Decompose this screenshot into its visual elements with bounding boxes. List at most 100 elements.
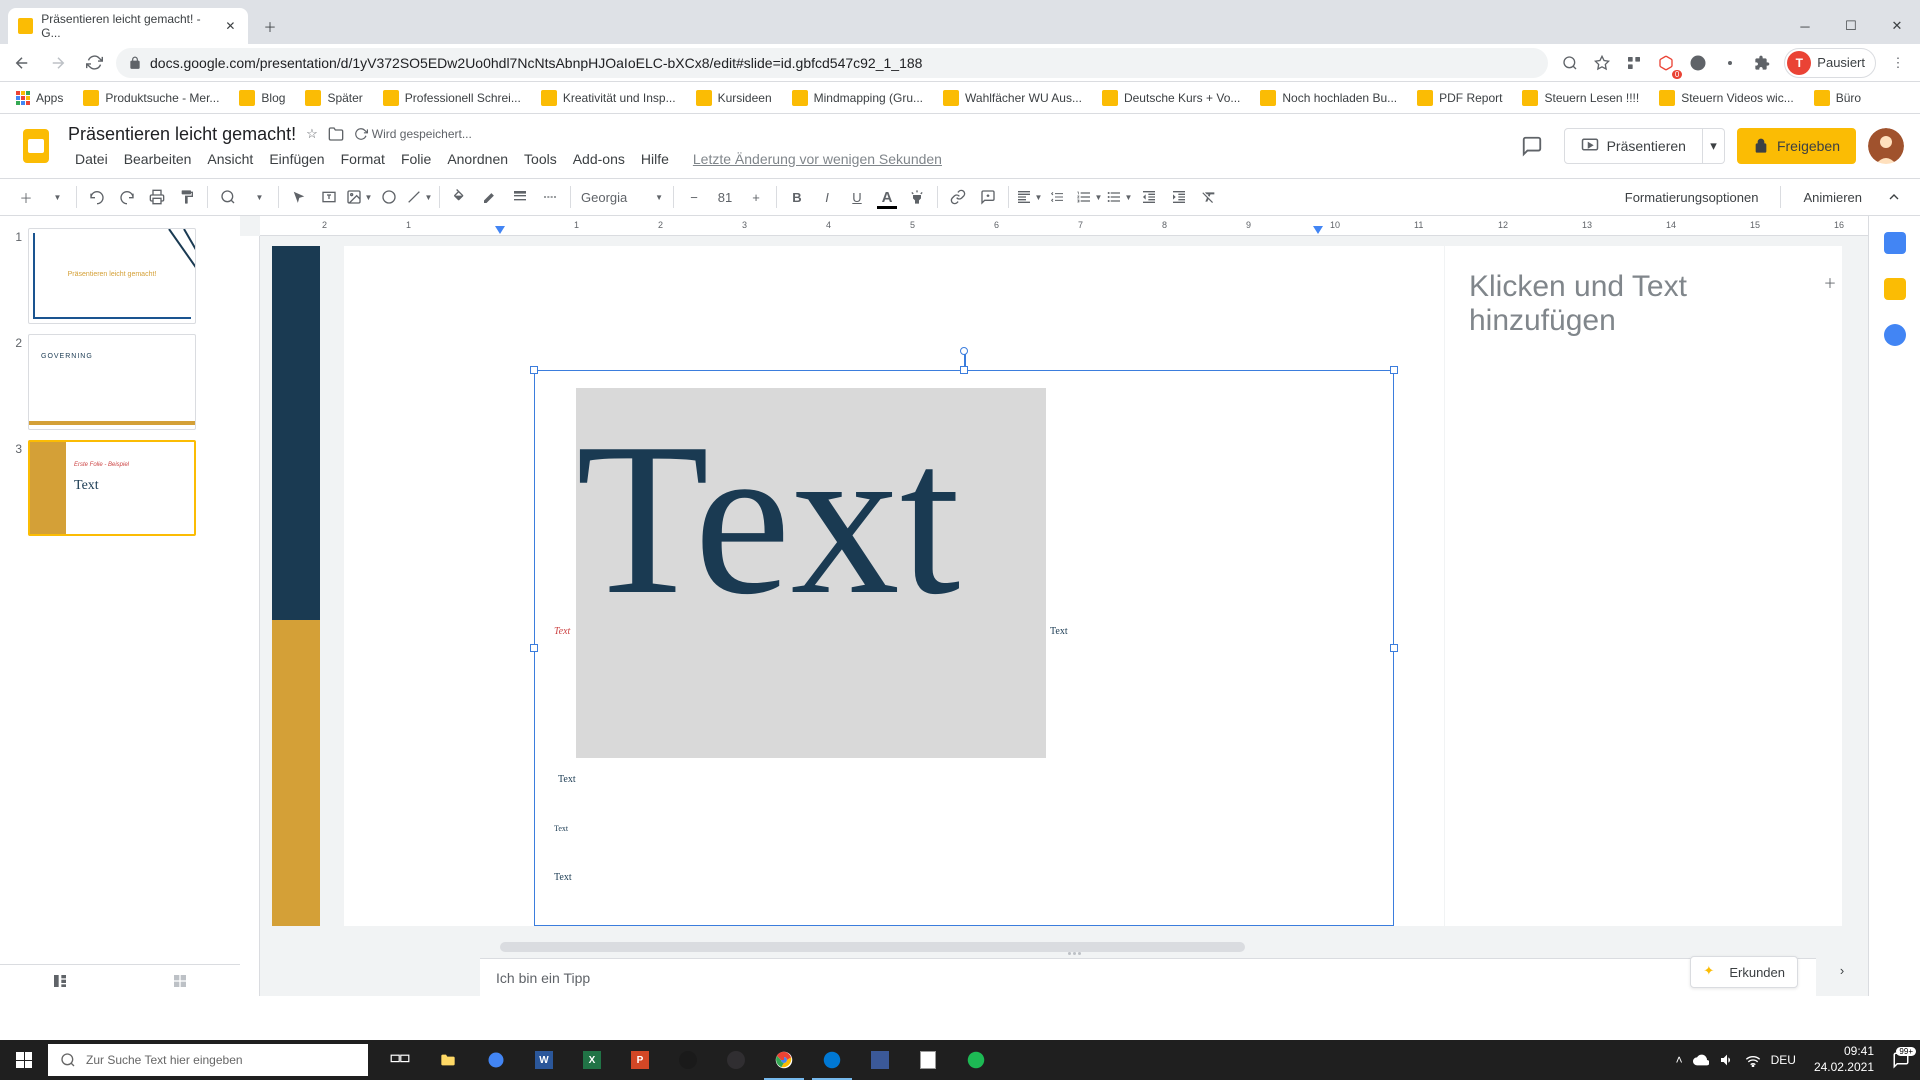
indent-left-marker[interactable]	[495, 226, 505, 234]
comments-icon[interactable]	[1512, 126, 1552, 166]
font-size-decrease[interactable]: −	[680, 183, 708, 211]
forward-button[interactable]	[44, 49, 72, 77]
new-slide-button[interactable]: ＋	[12, 183, 40, 211]
paint-format-button[interactable]	[173, 183, 201, 211]
keep-icon[interactable]	[1884, 278, 1906, 300]
indent-decrease-button[interactable]	[1135, 183, 1163, 211]
border-weight-button[interactable]	[506, 183, 534, 211]
bookmark-item[interactable]: Wahlfächer WU Aus...	[935, 86, 1090, 110]
new-slide-dropdown[interactable]: ▼	[42, 183, 70, 211]
font-size-input[interactable]: 81	[710, 183, 740, 211]
highlight-button[interactable]	[903, 183, 931, 211]
filmstrip-view-icon[interactable]	[48, 969, 72, 993]
print-button[interactable]	[143, 183, 171, 211]
bullet-list-button[interactable]: ▼	[1105, 183, 1133, 211]
placeholder-text[interactable]: Klicken und Text hinzufügen	[1469, 270, 1842, 338]
excel-icon[interactable]: X	[568, 1040, 616, 1080]
slide-small-text[interactable]: Text	[554, 872, 572, 883]
ext-badge-icon[interactable]: 0	[1652, 49, 1680, 77]
menu-slide[interactable]: Folie	[394, 149, 438, 169]
grid-view-icon[interactable]	[168, 969, 192, 993]
image-tool[interactable]: ▼	[345, 183, 373, 211]
chrome-icon[interactable]	[760, 1040, 808, 1080]
add-placeholder-icon[interactable]: ＋	[1818, 270, 1842, 294]
bookmark-item[interactable]: Später	[297, 86, 370, 110]
volume-icon[interactable]	[1719, 1052, 1735, 1068]
numbered-list-button[interactable]: ▼	[1075, 183, 1103, 211]
comment-button[interactable]	[974, 183, 1002, 211]
border-dash-button[interactable]	[536, 183, 564, 211]
next-page-icon[interactable]: ›	[1828, 956, 1856, 984]
shape-tool[interactable]	[375, 183, 403, 211]
zoom-button[interactable]	[214, 183, 242, 211]
move-doc-icon[interactable]	[328, 126, 344, 142]
menu-tools[interactable]: Tools	[517, 149, 564, 169]
bookmark-item[interactable]: Kreativität und Insp...	[533, 86, 684, 110]
incognito-icon[interactable]	[1684, 49, 1712, 77]
font-size-increase[interactable]: +	[742, 183, 770, 211]
fill-color-button[interactable]	[446, 183, 474, 211]
maximize-button[interactable]: ☐	[1828, 8, 1874, 44]
rotate-handle[interactable]	[960, 347, 968, 355]
menu-file[interactable]: Datei	[68, 149, 115, 169]
animate-button[interactable]: Animieren	[1797, 186, 1868, 209]
italic-button[interactable]: I	[813, 183, 841, 211]
collapse-toolbar-icon[interactable]	[1880, 183, 1908, 211]
horizontal-scrollbar[interactable]	[500, 942, 1408, 952]
resize-handle[interactable]	[960, 366, 968, 374]
profile-paused[interactable]: T Pausiert	[1784, 48, 1876, 78]
edge-legacy-icon[interactable]	[472, 1040, 520, 1080]
slide-big-text[interactable]: Text	[576, 411, 960, 629]
menu-view[interactable]: Ansicht	[200, 149, 260, 169]
menu-insert[interactable]: Einfügen	[262, 149, 331, 169]
bookmark-item[interactable]: Mindmapping (Gru...	[784, 86, 931, 110]
bookmark-item[interactable]: Blog	[231, 86, 293, 110]
taskbar-search[interactable]: Zur Suche Text hier eingeben	[48, 1044, 368, 1076]
zoom-icon[interactable]	[1556, 49, 1584, 77]
resize-handle[interactable]	[1390, 366, 1398, 374]
last-change[interactable]: Letzte Änderung vor wenigen Sekunden	[686, 149, 949, 169]
slide-thumb-2[interactable]: GOVERNING	[28, 334, 196, 430]
textbox-tool[interactable]	[315, 183, 343, 211]
indent-right-marker[interactable]	[1313, 226, 1323, 234]
task-view-icon[interactable]	[376, 1040, 424, 1080]
slide-canvas[interactable]: Text Text Text Text Text Text Klicken un…	[344, 246, 1842, 926]
menu-edit[interactable]: Bearbeiten	[117, 149, 199, 169]
edge-icon[interactable]	[808, 1040, 856, 1080]
present-dropdown[interactable]: ▾	[1703, 128, 1725, 164]
tasks-icon[interactable]	[1884, 324, 1906, 346]
browser-tab[interactable]: Präsentieren leicht gemacht! - G... ✕	[8, 8, 248, 44]
minimize-button[interactable]: ─	[1782, 8, 1828, 44]
bookmark-item[interactable]: Deutsche Kurs + Vo...	[1094, 86, 1248, 110]
slide-small-text[interactable]: Text	[554, 626, 570, 637]
word-icon[interactable]: W	[520, 1040, 568, 1080]
bold-button[interactable]: B	[783, 183, 811, 211]
close-tab-icon[interactable]: ✕	[223, 18, 238, 34]
zoom-dropdown[interactable]: ▼	[244, 183, 272, 211]
bookmark-item[interactable]: Produktsuche - Mer...	[75, 86, 227, 110]
language-indicator[interactable]: DEU	[1771, 1053, 1796, 1067]
spotify-icon[interactable]	[952, 1040, 1000, 1080]
indent-increase-button[interactable]	[1165, 183, 1193, 211]
extensions-icon[interactable]	[1748, 49, 1776, 77]
close-window-button[interactable]: ✕	[1874, 8, 1920, 44]
slide-thumb-1[interactable]: Präsentieren leicht gemacht!	[28, 228, 196, 324]
present-button[interactable]: Präsentieren	[1564, 128, 1703, 164]
align-button[interactable]: ▼	[1015, 183, 1043, 211]
bookmark-item[interactable]: PDF Report	[1409, 86, 1510, 110]
select-tool[interactable]	[285, 183, 313, 211]
powerpoint-icon[interactable]: P	[616, 1040, 664, 1080]
address-bar[interactable]: docs.google.com/presentation/d/1yV372SO5…	[116, 48, 1548, 78]
clear-formatting-button[interactable]	[1195, 183, 1223, 211]
slide-thumb-3[interactable]: Erste Folie - Beispiel Text	[28, 440, 196, 536]
star-doc-icon[interactable]: ☆	[306, 126, 318, 142]
translate-icon[interactable]	[1716, 49, 1744, 77]
wifi-icon[interactable]	[1745, 1053, 1761, 1067]
speaker-notes[interactable]: Ich bin ein Tipp	[480, 958, 1816, 996]
share-button[interactable]: Freigeben	[1737, 128, 1856, 164]
app-icon[interactable]	[856, 1040, 904, 1080]
file-explorer-icon[interactable]	[424, 1040, 472, 1080]
resize-handle[interactable]	[530, 644, 538, 652]
format-options-button[interactable]: Formatierungsoptionen	[1619, 186, 1765, 209]
menu-help[interactable]: Hilfe	[634, 149, 676, 169]
